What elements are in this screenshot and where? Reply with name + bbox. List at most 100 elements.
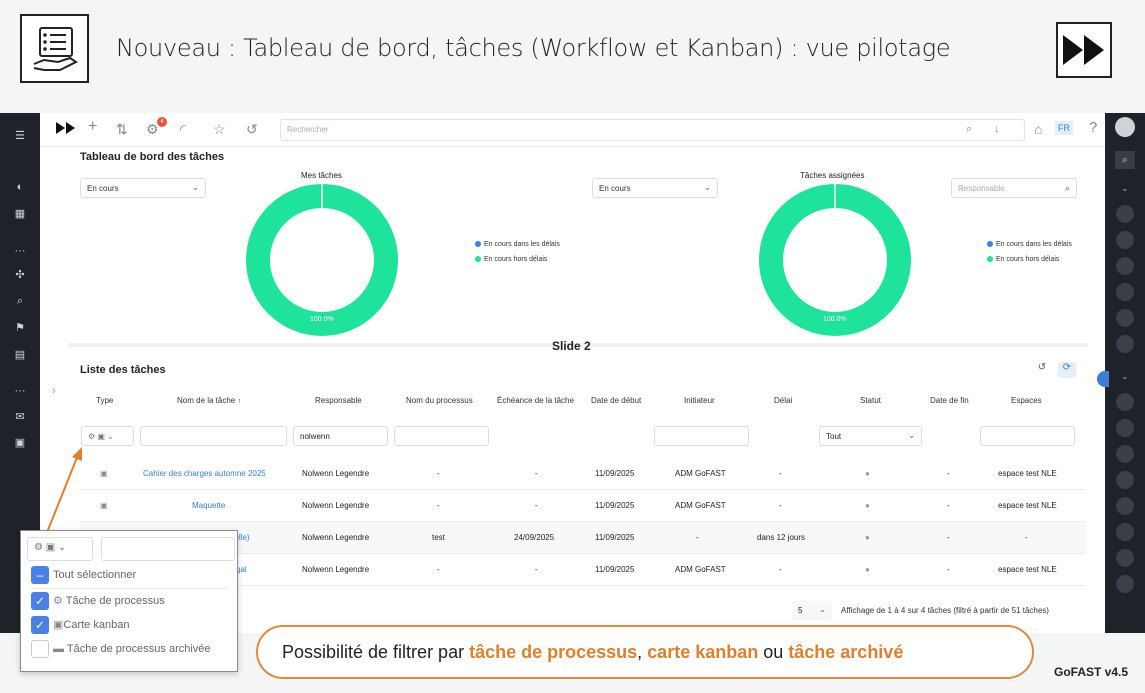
col-process[interactable]: Nom du processus — [406, 396, 473, 405]
minus-icon: – — [31, 566, 49, 584]
check-icon: ✓ — [31, 616, 49, 634]
chevron-down-icon: ⌄ — [704, 183, 711, 192]
search-input[interactable]: Rechercher ⌕ ↓ — [280, 119, 1025, 141]
task-name-link[interactable]: Maquette — [192, 501, 225, 510]
search-icon[interactable]: ⌕ — [1115, 151, 1135, 169]
task-name-filter-partial[interactable] — [101, 537, 235, 561]
user-circle[interactable] — [1116, 419, 1134, 437]
chat-toggle-tab[interactable] — [1097, 371, 1109, 387]
col-delay[interactable]: Délai — [774, 396, 792, 405]
user-circle[interactable] — [1116, 283, 1134, 301]
responsable-filter[interactable]: nolwenn — [293, 426, 388, 446]
cell-responsable: Nolwenn Legendre — [302, 565, 370, 574]
flag-icon[interactable]: ⚑ — [12, 319, 28, 335]
download-icon[interactable]: ↓ — [994, 123, 1000, 135]
language-button[interactable]: FR — [1055, 121, 1073, 135]
user-circle[interactable] — [1116, 445, 1134, 463]
cell-delay: - — [779, 469, 782, 478]
add-icon[interactable] — [1116, 393, 1134, 411]
type-filter-select[interactable]: ⚙ ▣ ⌄ — [81, 426, 134, 446]
user-circle[interactable] — [1116, 497, 1134, 515]
col-spaces[interactable]: Espaces — [1011, 396, 1042, 405]
col-type[interactable]: Type — [96, 396, 113, 405]
menu-icon[interactable]: ☰ — [12, 127, 28, 143]
more-icon-2[interactable]: ··· — [12, 383, 28, 399]
right-status-select[interactable]: En cours ⌄ — [592, 178, 718, 198]
star-icon[interactable]: ☆ — [213, 121, 226, 138]
search-icon[interactable]: ⌕ — [12, 293, 28, 309]
chat-icon[interactable]: ✉ — [12, 408, 28, 424]
initiator-filter[interactable] — [654, 426, 749, 446]
user-circle[interactable] — [1116, 309, 1134, 327]
user-circle[interactable] — [1116, 335, 1134, 353]
chevron-down-icon: ⌄ — [819, 605, 826, 614]
col-end[interactable]: Date de fin — [930, 396, 969, 405]
contacts-icon[interactable]: ▣ — [12, 434, 28, 450]
table-icon[interactable]: ▦ — [12, 205, 28, 221]
col-status[interactable]: Statut — [860, 396, 881, 405]
left-donut-chart — [246, 184, 398, 336]
chevron-down-icon[interactable]: ⌄ — [1121, 183, 1129, 194]
feature-callout: Possibilité de filtrer par tâche de proc… — [256, 625, 1034, 679]
banner-title: Nouveau : Tableau de bord, tâches (Workf… — [116, 34, 951, 62]
user-circle[interactable] — [1116, 523, 1134, 541]
user-circle[interactable] — [1116, 471, 1134, 489]
add-icon[interactable]: + — [88, 118, 97, 136]
cell-initiator: ADM GoFAST — [675, 501, 726, 510]
col-responsable[interactable]: Responsable — [315, 396, 362, 405]
notification-badge: 4 — [157, 117, 167, 127]
kanban-card-option[interactable]: ✓ ▣Carte kanban — [31, 616, 129, 634]
callout-text: Possibilité de filtrer par tâche de proc… — [282, 642, 904, 662]
page-size-value: 5 — [798, 606, 803, 615]
col-task-name[interactable]: Nom de la tâche ↑ — [177, 396, 241, 405]
cell-due: - — [535, 469, 538, 478]
more-icon[interactable]: ··· — [12, 243, 28, 259]
gofast-logo-icon[interactable] — [56, 121, 76, 137]
basket-icon[interactable]: ⌂ — [1034, 121, 1042, 137]
user-circle[interactable] — [1116, 257, 1134, 275]
chevron-down-icon: ⌄ — [908, 431, 915, 440]
status-icon: ● — [865, 501, 870, 510]
task-name-link[interactable]: Cahier des charges automne 2025 — [143, 469, 266, 478]
spaces-filter[interactable] — [980, 426, 1075, 446]
status-filter-select[interactable]: Tout ⌄ — [819, 426, 922, 446]
task-name-filter[interactable] — [140, 426, 287, 446]
avatar[interactable] — [1115, 117, 1135, 137]
user-circle[interactable] — [1116, 575, 1134, 593]
chevron-down-icon[interactable]: ⌄ — [1121, 371, 1129, 382]
process-task-option[interactable]: ✓ ⚙ Tâche de processus — [31, 592, 165, 610]
dashboard-icon[interactable]: ◐ — [12, 179, 28, 195]
responsable-input[interactable]: Responsable ⌕ — [951, 178, 1077, 198]
reset-icon[interactable]: ↺ — [1034, 362, 1050, 378]
cell-start: 11/09/2025 — [595, 565, 635, 574]
table-row[interactable]: ▣ Maquette Nolwenn Legendre - - 11/09/20… — [80, 490, 1086, 522]
add-icon[interactable] — [1116, 205, 1134, 223]
page-size-select[interactable]: 5 ⌄ — [792, 601, 832, 621]
col-initiator[interactable]: Initiateur — [684, 396, 715, 405]
right-chart-label: Tâches assignées — [800, 171, 865, 180]
user-circle[interactable] — [1116, 549, 1134, 567]
cell-delay: - — [779, 501, 782, 510]
history-icon[interactable]: ↺ — [246, 121, 258, 138]
network-icon[interactable]: ✣ — [12, 266, 28, 282]
calendar-icon[interactable]: ▤ — [12, 346, 28, 362]
chevron-right-icon[interactable]: › — [52, 385, 56, 397]
cell-responsable: Nolwenn Legendre — [302, 501, 370, 510]
col-start[interactable]: Date de début — [591, 396, 641, 405]
cell-due: - — [535, 565, 538, 574]
slide-label: Slide 2 — [552, 339, 591, 353]
rss-icon[interactable]: ◜ — [180, 121, 185, 138]
select-all-option[interactable]: – Tout sélectionner — [31, 566, 227, 589]
help-icon[interactable]: ? — [1089, 119, 1097, 136]
user-circle[interactable] — [1116, 231, 1134, 249]
chevron-down-icon: ⌄ — [192, 183, 199, 192]
table-row[interactable]: ▣ Cahier des charges automne 2025 Nolwen… — [80, 458, 1086, 490]
search-icon[interactable]: ⌕ — [966, 123, 972, 136]
left-status-select[interactable]: En cours ⌄ — [80, 178, 206, 198]
col-due[interactable]: Échéance de la tâche — [497, 396, 574, 405]
process-filter[interactable] — [394, 426, 489, 446]
refresh-icon[interactable]: ⟳ — [1058, 362, 1076, 378]
archived-task-option[interactable]: ▬ Tâche de processus archivée — [31, 640, 211, 658]
tree-icon[interactable]: ⇅ — [116, 121, 128, 138]
type-filter-toggle[interactable]: ⚙ ▣ ⌄ — [27, 537, 93, 561]
